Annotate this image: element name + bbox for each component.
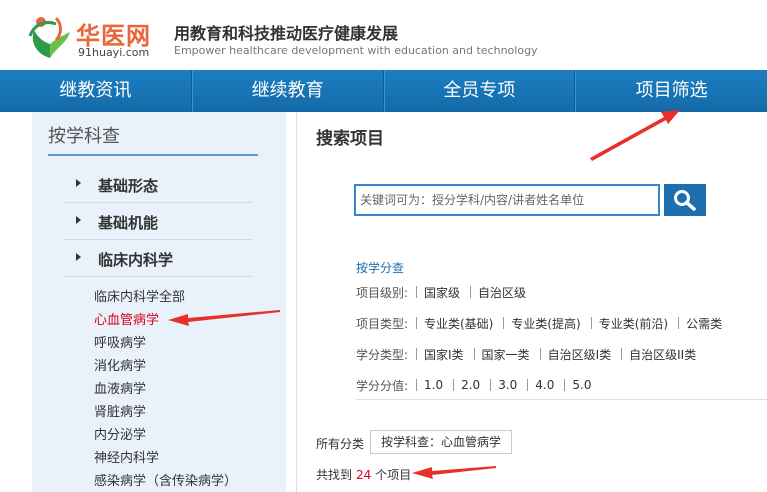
result-prefix: 共找到 (316, 468, 353, 482)
subcategory-item[interactable]: 感染病学（含传染病学） (94, 470, 284, 492)
nav-item-project-filter[interactable]: 项目筛选 (575, 70, 767, 112)
annotation-arrow-nav (590, 110, 680, 161)
divider (564, 379, 566, 391)
subcategory-item-cardiology[interactable]: 心血管病学 (94, 309, 284, 332)
result-suffix: 个项目 (375, 468, 412, 482)
result-count: 共找到 24 个项目 (316, 466, 411, 483)
category-basic-function[interactable]: 基础机能 (64, 203, 252, 240)
slogan-english: Empower healthcare development with educ… (174, 44, 538, 57)
filter-option[interactable]: 1.0 (424, 378, 443, 392)
divider (527, 379, 529, 391)
slogan-chinese: 用教育和科技推动医疗健康发展 (174, 24, 399, 43)
divider (539, 348, 541, 360)
triangle-right-icon (76, 179, 81, 187)
divider (416, 348, 417, 360)
divider (621, 348, 623, 360)
nav-item-all-staff[interactable]: 全员专项 (383, 70, 576, 112)
filter-option[interactable]: 专业类(提高) (511, 315, 580, 332)
filter-by-credit-link[interactable]: 按学分查 (356, 259, 404, 276)
subject-sidebar: 按学科查 基础形态 基础机能 临床内科学 临床内科学全部 心血管病学 呼吸病学 … (32, 112, 286, 492)
logo-icon (28, 16, 70, 58)
category-label: 基础机能 (98, 214, 159, 232)
filter-option[interactable]: 国家级 (424, 284, 460, 301)
filter-option[interactable]: 2.0 (461, 378, 480, 392)
category-internal-medicine[interactable]: 临床内科学 (64, 240, 252, 277)
result-count-number: 24 (356, 468, 372, 482)
filter-option[interactable]: 自治区级I类 (548, 346, 612, 363)
filter-divider (356, 399, 767, 400)
filter-row-level: 项目级别: 国家级 自治区级 (356, 282, 536, 302)
filter-row-type: 项目类型: 专业类(基础) 专业类(提高) 专业类(前沿) 公需类 (356, 313, 732, 333)
filter-option[interactable]: 自治区级 (478, 284, 526, 301)
logo-domain: 91huayi.com (78, 46, 150, 59)
divider (470, 286, 472, 298)
main-nav: 继教资讯 继续教育 全员专项 项目筛选 (0, 70, 767, 112)
filter-option[interactable]: 专业类(前沿) (599, 315, 668, 332)
filter-option[interactable]: 5.0 (572, 378, 591, 392)
header: 华医网 91huayi.com 用教育和科技推动医疗健康发展 Empower h… (0, 0, 767, 70)
divider (416, 286, 417, 298)
filter-label: 学分类型: (356, 347, 409, 362)
site-logo[interactable]: 华医网 91huayi.com (26, 14, 176, 64)
filter-option[interactable]: 专业类(基础) (424, 315, 493, 332)
search-icon (674, 190, 696, 211)
triangle-right-icon (76, 253, 81, 261)
subcategory-item[interactable]: 呼吸病学 (94, 332, 284, 355)
subcategory-item[interactable]: 血液病学 (94, 378, 284, 401)
category-label: 临床内科学 (98, 251, 174, 269)
subcategory-item[interactable]: 消化病学 (94, 355, 284, 378)
filter-label: 学分分值: (356, 378, 409, 393)
category-label: 基础形态 (98, 177, 159, 195)
filter-option[interactable]: 国家I类 (424, 346, 464, 363)
content-divider (296, 112, 297, 492)
filter-option[interactable]: 自治区级II类 (629, 346, 696, 363)
sidebar-title: 按学科查 (48, 126, 120, 147)
divider (416, 317, 417, 329)
filter-option[interactable]: 3.0 (498, 378, 517, 392)
category-basic-morphology[interactable]: 基础形态 (64, 166, 252, 203)
nav-item-news[interactable]: 继教资讯 (0, 70, 192, 112)
filter-option[interactable]: 公需类 (686, 315, 722, 332)
all-categories-label: 所有分类 (316, 437, 365, 451)
subcategory-item[interactable]: 神经内科学 (94, 447, 284, 470)
page-title: 搜索项目 (316, 129, 384, 149)
annotation-arrow-count (412, 466, 496, 479)
subcategory-item[interactable]: 临床内科学全部 (94, 286, 284, 309)
filter-label: 项目级别: (356, 285, 409, 300)
divider (473, 348, 475, 360)
triangle-right-icon (76, 216, 81, 224)
filter-row-credit-value: 学分分值: 1.0 2.0 3.0 4.0 5.0 (356, 375, 601, 395)
filter-option[interactable]: 4.0 (535, 378, 554, 392)
divider (490, 379, 492, 391)
filter-label: 项目类型: (356, 316, 409, 331)
divider (678, 317, 680, 329)
search-button[interactable] (664, 184, 706, 216)
subcategory-item[interactable]: 肾脏病学 (94, 401, 284, 424)
subcategory-item[interactable]: 内分泌学 (94, 424, 284, 447)
sidebar-title-underline (48, 154, 258, 156)
active-filter-tag[interactable]: 按学科查：心血管病学 (370, 430, 513, 454)
nav-item-continuing-education[interactable]: 继续教育 (191, 70, 384, 112)
subcategory-list: 临床内科学全部 心血管病学 呼吸病学 消化病学 血液病学 肾脏病学 内分泌学 神… (94, 286, 284, 492)
filter-row-credit-type: 学分类型: 国家I类 国家一类 自治区级I类 自治区级II类 (356, 344, 706, 364)
filter-option[interactable]: 国家一类 (482, 346, 530, 363)
search-input[interactable] (354, 184, 660, 216)
divider (416, 379, 417, 391)
divider (503, 317, 505, 329)
divider (590, 317, 592, 329)
divider (453, 379, 455, 391)
